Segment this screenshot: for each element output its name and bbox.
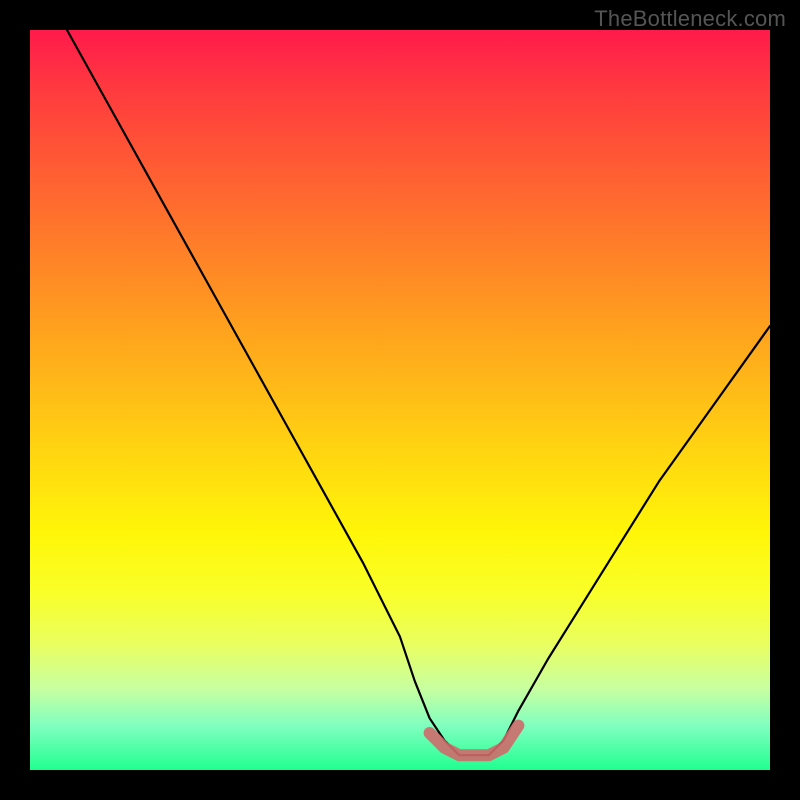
chart-svg bbox=[30, 30, 770, 770]
highlight-path bbox=[430, 726, 519, 756]
curve-path bbox=[67, 30, 770, 755]
plot-area bbox=[30, 30, 770, 770]
chart-frame: TheBottleneck.com bbox=[0, 0, 800, 800]
watermark-text: TheBottleneck.com bbox=[594, 6, 786, 32]
